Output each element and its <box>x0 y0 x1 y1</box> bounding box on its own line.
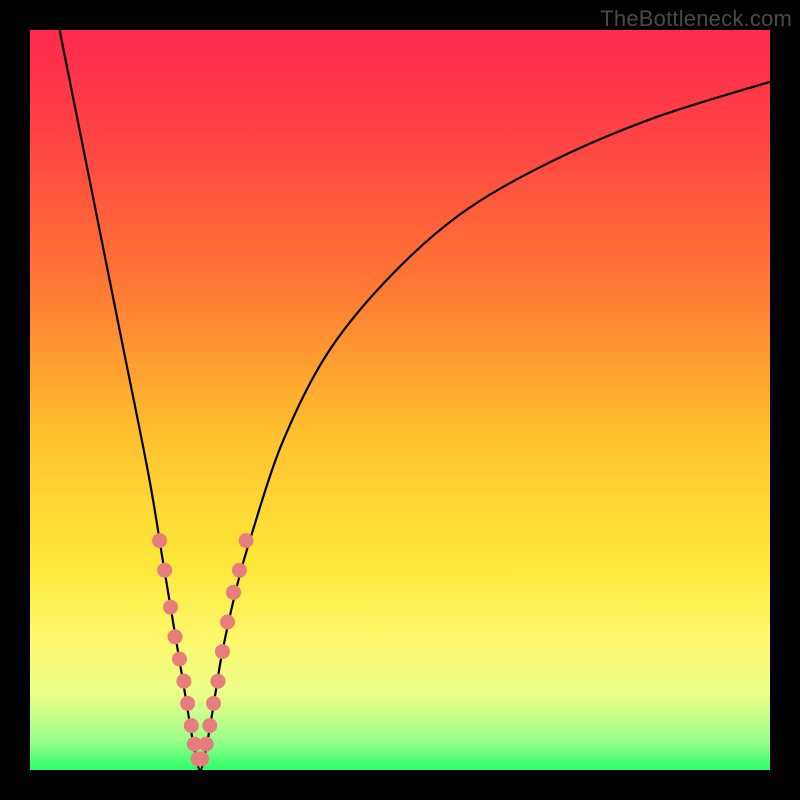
marker-point <box>163 600 178 615</box>
marker-point <box>168 629 183 644</box>
marker-point <box>157 563 172 578</box>
marker-point <box>226 585 241 600</box>
marker-point <box>202 718 217 733</box>
marker-point <box>180 696 195 711</box>
marker-point <box>206 696 221 711</box>
marker-point <box>239 533 254 548</box>
marker-point <box>210 674 225 689</box>
marker-point <box>215 644 230 659</box>
watermark-text: TheBottleneck.com <box>600 6 792 32</box>
marker-point <box>220 615 235 630</box>
highlight-markers <box>152 533 254 766</box>
marker-point <box>172 652 187 667</box>
marker-point <box>152 533 167 548</box>
marker-point <box>194 751 209 766</box>
plot-area <box>30 30 770 770</box>
marker-point <box>232 563 247 578</box>
marker-point <box>176 674 191 689</box>
bottleneck-curve <box>60 30 770 770</box>
marker-point <box>184 718 199 733</box>
curve-layer <box>30 30 770 770</box>
marker-point <box>199 737 214 752</box>
chart-frame: TheBottleneck.com <box>0 0 800 800</box>
